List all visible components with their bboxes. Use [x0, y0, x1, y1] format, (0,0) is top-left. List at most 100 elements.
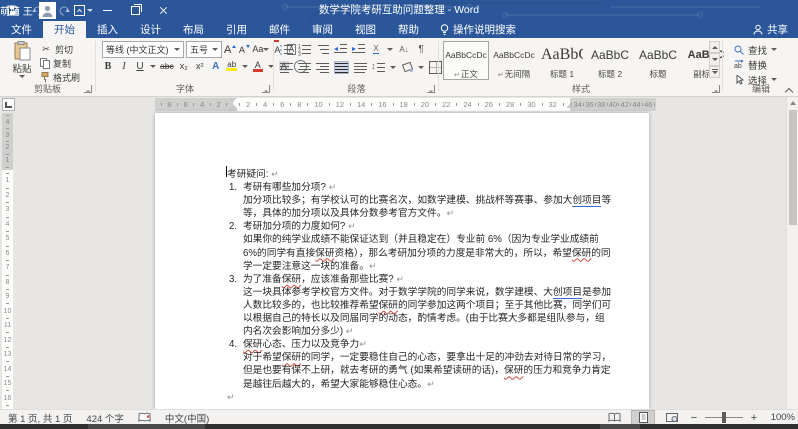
paragraph[interactable]: 3.为了准备保研，应该准备那些比赛? ↵	[227, 273, 612, 286]
style-正文[interactable]: AaBbCcDc↵正文	[443, 41, 489, 80]
tab-布局[interactable]: 布局	[172, 21, 215, 38]
replace-button[interactable]: ab 替换	[734, 58, 767, 71]
collapse-ribbon-button[interactable]	[784, 86, 794, 94]
vertical-scrollbar[interactable]	[786, 97, 798, 409]
tell-me-search[interactable]: 操作说明搜索	[430, 21, 526, 38]
font-size-select[interactable]: 五号	[186, 41, 222, 58]
decrease-indent-button[interactable]	[334, 44, 347, 55]
strikethrough-button[interactable]	[160, 59, 174, 73]
cut-button[interactable]: ✂ 剪切	[40, 43, 73, 56]
style-无间隔[interactable]: AaBbCcDc↵无间隔	[491, 41, 537, 80]
paragraph-dialog-launcher[interactable]	[427, 85, 435, 93]
font-dialog-launcher[interactable]	[262, 85, 270, 93]
paragraph[interactable]: 1.考研有哪些加分项? ↵	[227, 181, 612, 194]
read-mode-button[interactable]	[603, 411, 625, 424]
paragraph[interactable]: ↵	[227, 391, 612, 404]
subscript-button[interactable]	[178, 59, 190, 73]
paragraph[interactable]: 2.考研加分项的力度如何? ↵	[227, 220, 612, 233]
grow-font-button[interactable]	[224, 43, 236, 57]
numbering-button[interactable]: 123	[298, 44, 311, 55]
ruler-number: 4	[6, 119, 10, 126]
scroll-up-button[interactable]	[787, 97, 798, 109]
style-gallery-more-button[interactable]	[709, 66, 720, 78]
tab-帮助[interactable]: 帮助	[387, 21, 430, 38]
chevron-down-icon	[712, 58, 718, 61]
style-标题 1[interactable]: AaBbC标题 1	[539, 41, 585, 80]
bullets-button[interactable]	[280, 44, 293, 55]
document-text[interactable]: 考研疑问: ↵1.考研有哪些加分项? ↵加分项比较多；有学校认可的比赛名次，如数…	[155, 113, 649, 404]
tab-文件[interactable]: 文件	[0, 21, 43, 38]
chevron-up-icon	[712, 46, 718, 49]
zoom-out-button[interactable]: −	[689, 412, 699, 424]
print-layout-button[interactable]	[631, 410, 655, 425]
ruler-tick	[563, 103, 564, 106]
paragraph[interactable]: 这一块具体参考学校官方文件。对于数学学院的同学来说，数学建模、大创项目是参加人数…	[243, 286, 612, 338]
zoom-slider[interactable]	[705, 417, 743, 418]
bold-button[interactable]	[102, 59, 114, 73]
italic-button[interactable]	[118, 59, 130, 73]
undo-button[interactable]	[30, 3, 46, 19]
line-spacing-button[interactable]	[372, 62, 385, 73]
sort-button[interactable]	[398, 42, 410, 56]
left-indent-marker[interactable]	[229, 108, 237, 111]
tab-邮件[interactable]: 邮件	[258, 21, 301, 38]
style-标题 2[interactable]: AaBbC标题 2	[587, 41, 633, 80]
tab-stop-selector[interactable]	[2, 98, 15, 111]
align-center-button[interactable]	[298, 62, 311, 73]
style-scroll-up-button[interactable]	[709, 41, 720, 53]
superscript-button[interactable]	[194, 59, 206, 73]
tab-引用[interactable]: 引用	[215, 21, 258, 38]
shading-button[interactable]	[401, 62, 413, 72]
increase-indent-button[interactable]	[352, 44, 365, 55]
style-scroll-down-button[interactable]	[709, 53, 720, 65]
paragraph[interactable]: 如果你的纯学业成绩不能保证达到（并且稳定在）专业前 6%（因为专业学业成绩前 6…	[243, 233, 612, 272]
zoom-in-button[interactable]: +	[749, 412, 759, 424]
asian-layout-button[interactable]	[370, 42, 382, 56]
tab-设计[interactable]: 设计	[129, 21, 172, 38]
web-layout-button[interactable]	[661, 411, 683, 424]
styles-dialog-launcher[interactable]	[712, 85, 720, 93]
show-formatting-marks-button[interactable]	[415, 42, 427, 56]
tab-视图[interactable]: 视图	[344, 21, 387, 38]
group-label-styles: 样式	[440, 82, 722, 95]
tab-审阅[interactable]: 审阅	[301, 21, 344, 38]
save-button[interactable]	[4, 3, 20, 19]
share-button[interactable]: 共享	[747, 21, 794, 38]
ruler-number: 28	[506, 100, 514, 109]
paragraph[interactable]: 加分项比较多；有学校认可的比赛名次，如数学建模、挑战杯等赛事、参加大创项目等等，…	[243, 194, 612, 220]
font-color-button[interactable]	[252, 59, 264, 73]
word-window: 数学学院考研互助问题整理 - Word 萌萌 王 文件开始插入设计布局引用邮件审…	[0, 0, 798, 429]
underline-button[interactable]	[134, 59, 146, 73]
paragraph[interactable]: 考研疑问: ↵	[227, 168, 612, 181]
align-right-button[interactable]	[316, 62, 329, 73]
restore-button[interactable]	[122, 0, 150, 21]
scrollbar-thumb[interactable]	[789, 110, 797, 225]
chevron-down-icon	[390, 66, 396, 69]
copy-button[interactable]: 复制	[40, 57, 71, 70]
justify-button[interactable]	[334, 61, 349, 74]
zoom-level[interactable]: 100%	[765, 412, 795, 423]
tab-插入[interactable]: 插入	[86, 21, 129, 38]
distribute-button[interactable]	[354, 62, 367, 73]
close-button[interactable]	[150, 0, 178, 21]
clipboard-dialog-launcher[interactable]	[84, 85, 92, 93]
style-标题[interactable]: AaBbC标题	[635, 41, 681, 80]
font-name-select[interactable]: 等线 (中文正文)	[102, 41, 184, 58]
paragraph[interactable]: 4.保研心态、压力以及竞争力↵	[227, 338, 612, 351]
text-effects-button[interactable]	[210, 59, 222, 73]
tab-开始[interactable]: 开始	[43, 21, 86, 38]
customize-qat-button[interactable]	[82, 3, 98, 19]
proofing-status-button[interactable]	[138, 412, 151, 423]
highlight-color-button[interactable]	[226, 59, 238, 73]
find-button[interactable]: 查找	[734, 43, 777, 56]
zoom-slider-thumb[interactable]	[722, 412, 726, 423]
word-count[interactable]: 424 个字	[86, 411, 124, 425]
multilevel-list-button[interactable]	[316, 44, 329, 55]
redo-button[interactable]	[56, 3, 72, 19]
change-case-button[interactable]	[252, 43, 269, 57]
align-left-button[interactable]	[280, 62, 293, 73]
paragraph[interactable]: 对于希望保研的同学，一定要稳住自己的心态，要拿出十足的冲劲去对待日常的学习，但是…	[243, 351, 612, 390]
page-indicator[interactable]: 第 1 页, 共 1 页	[8, 411, 72, 425]
language-indicator[interactable]: 中文(中国)	[165, 411, 209, 425]
shrink-font-button[interactable]	[238, 43, 250, 57]
